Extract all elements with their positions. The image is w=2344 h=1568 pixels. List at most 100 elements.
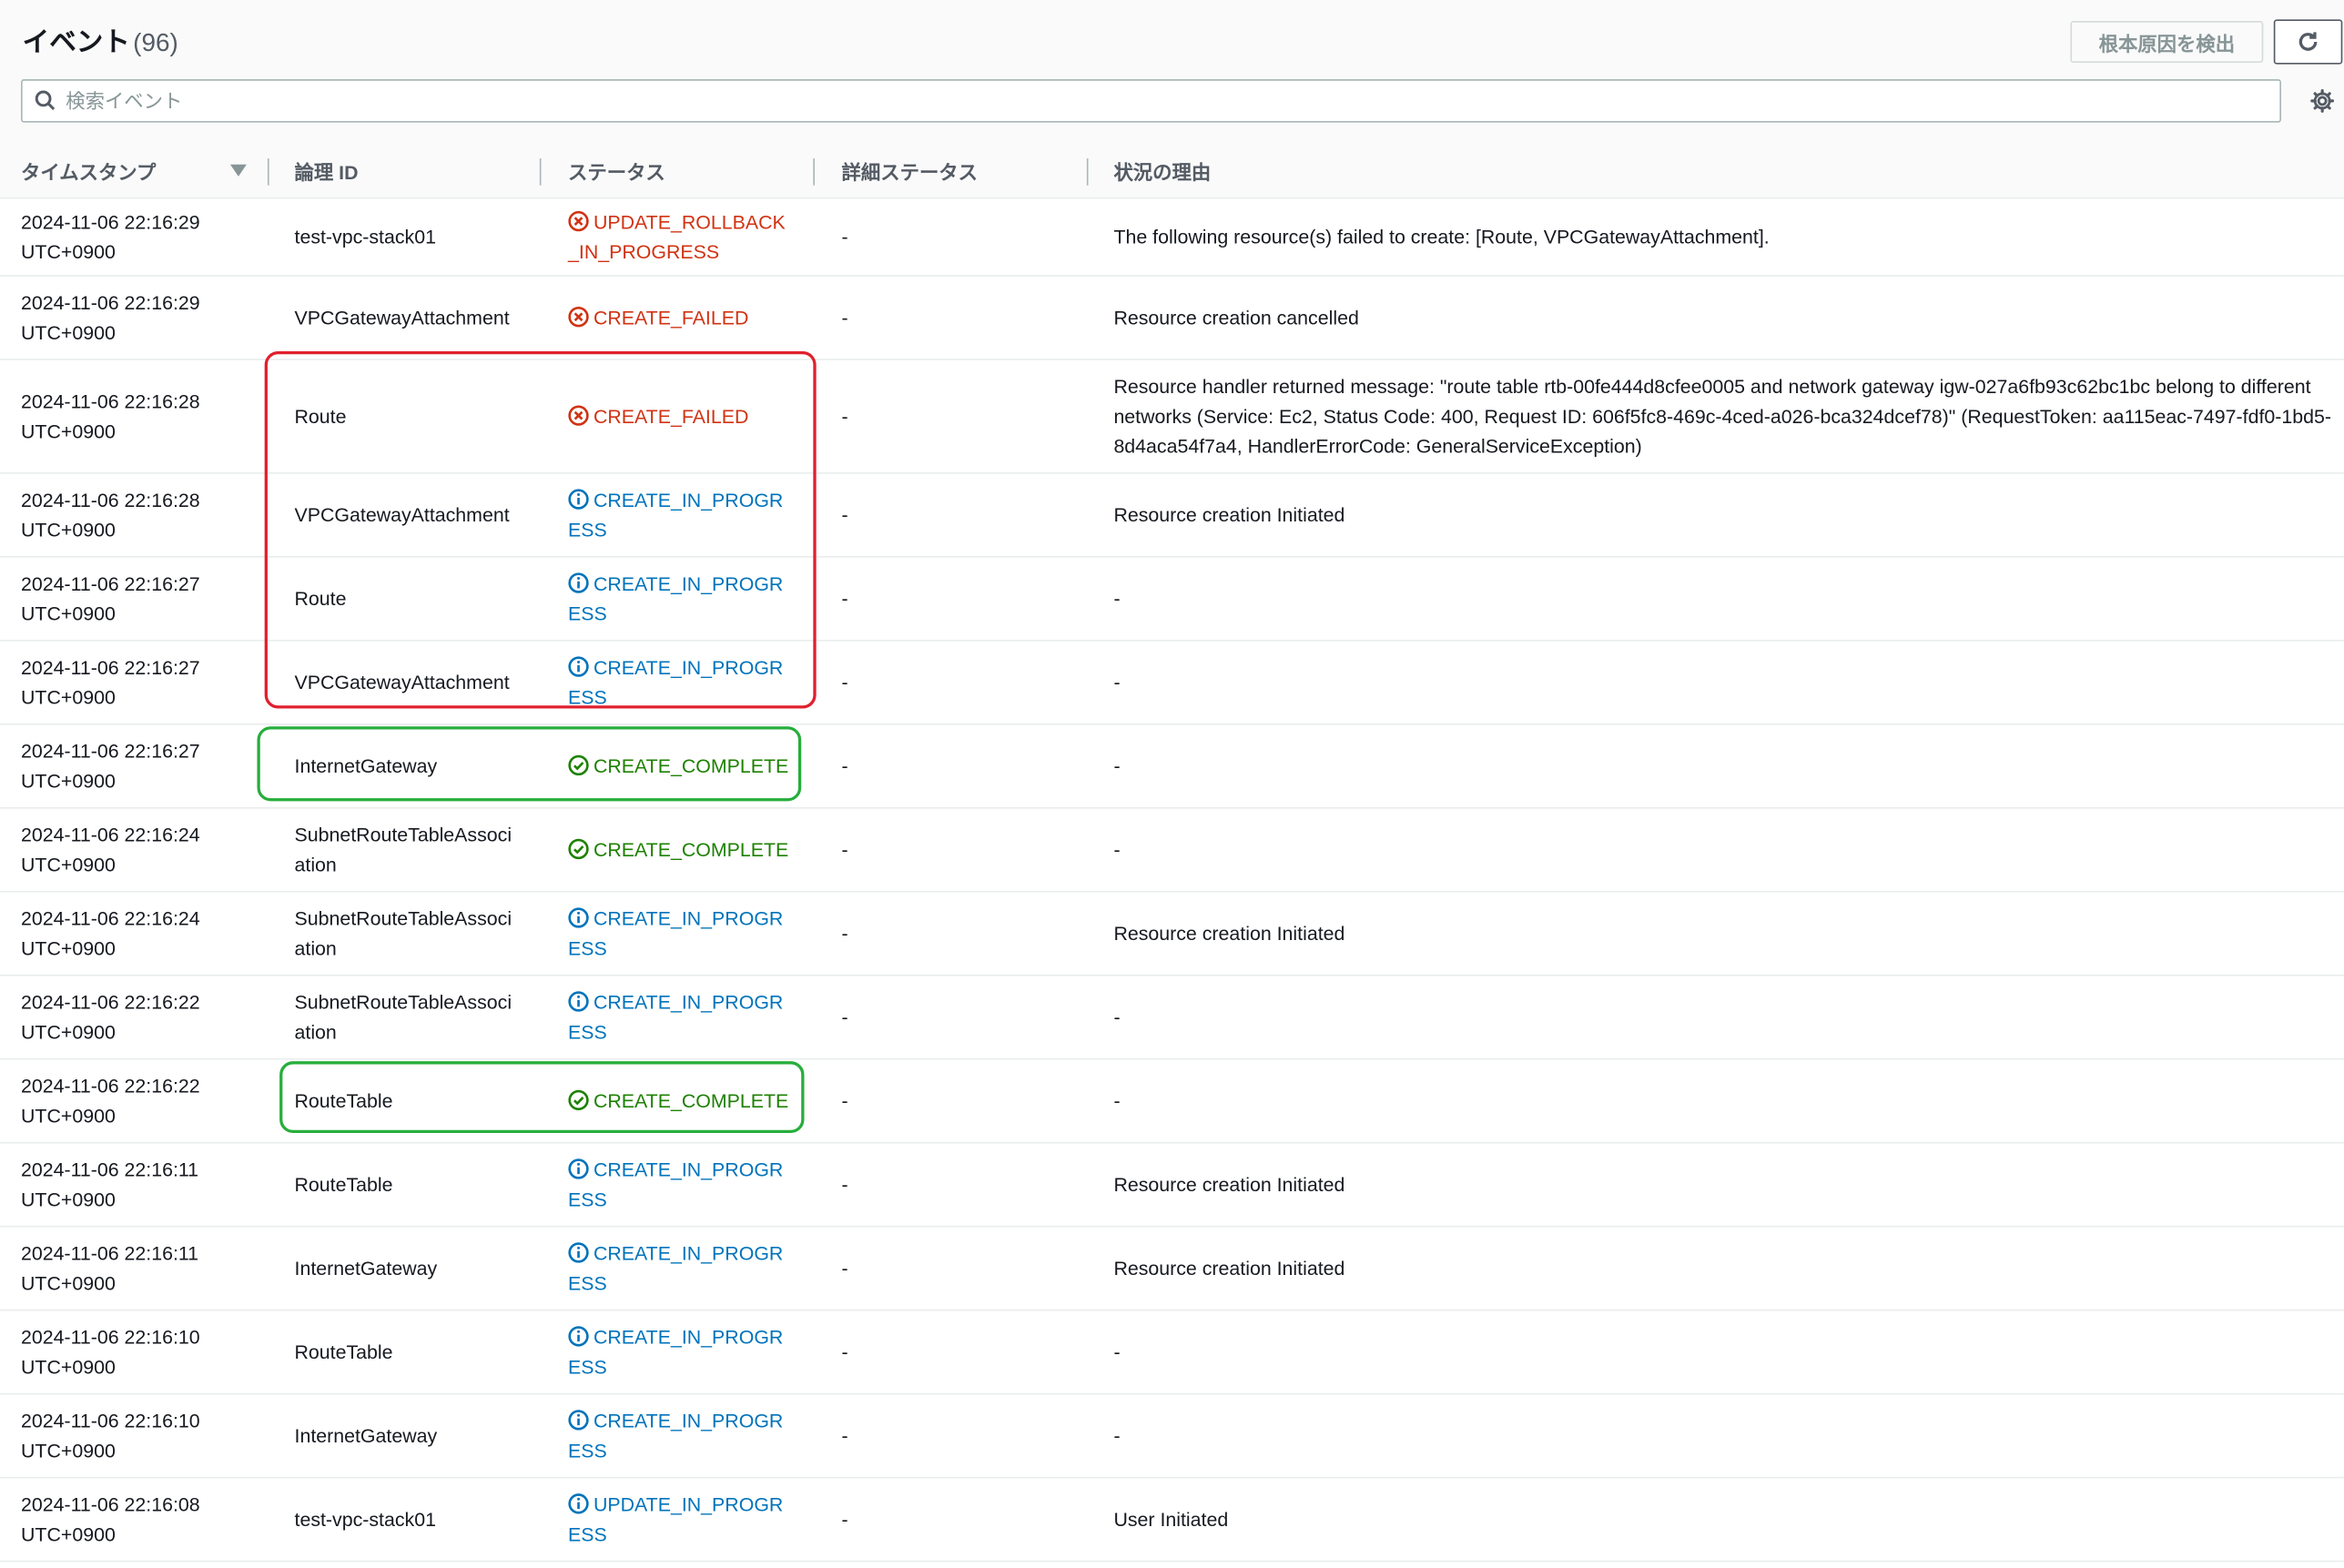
timestamp-cell: 2024-11-06 22:16:11 UTC+0900 — [21, 1156, 230, 1216]
status-label: UPDATE_IN_PROGRESS — [568, 1492, 784, 1546]
status-reason-cell: Resource creation Initiated — [1113, 503, 1345, 527]
table-row[interactable]: 2024-11-06 22:16:24 UTC+0900 SubnetRouteTa… — [0, 809, 2344, 893]
column-header-logical-id[interactable]: 論理 ID — [295, 144, 359, 199]
search-input[interactable] — [66, 85, 2264, 117]
table-row[interactable]: 2024-11-06 22:16:27 UTC+0900 InternetGatew… — [0, 725, 2344, 809]
status-reason-cell: - — [1113, 1006, 1121, 1029]
column-divider[interactable] — [539, 158, 542, 186]
logical-id-cell: Route — [294, 405, 347, 428]
status-label: CREATE_IN_PROGRESS — [568, 1158, 784, 1211]
status-label: CREATE_COMPLETE — [593, 838, 789, 862]
timestamp-date: 2024-11-06 22:16:24 — [20, 906, 200, 930]
success-icon — [568, 754, 589, 776]
table-row[interactable]: 2024-11-06 22:16:10 UTC+0900 RouteTable CRE… — [0, 1310, 2344, 1395]
timestamp-timezone: UTC+0900 — [20, 1271, 116, 1295]
column-header-reason[interactable]: 状況の理由 — [1113, 144, 1211, 199]
column-divider[interactable] — [1086, 158, 1089, 186]
timestamp-date: 2024-11-06 22:16:24 — [20, 824, 200, 846]
timestamp-date: 2024-11-06 22:16:28 — [20, 489, 200, 511]
table-row[interactable]: 2024-11-06 22:16:24 UTC+0900 SubnetRouteTa… — [0, 893, 2344, 976]
status-label: CREATE_FAILED — [593, 306, 749, 329]
timestamp-timezone: UTC+0900 — [20, 1439, 116, 1462]
detailed-status-cell: - — [841, 503, 848, 527]
status-cell: CREATE_IN_PROGRESS — [568, 1407, 796, 1467]
settings-button[interactable] — [2309, 88, 2335, 121]
table-row[interactable]: 2024-11-06 22:16:11 UTC+0900 RouteTable CRE… — [0, 1144, 2344, 1228]
detailed-status-cell: - — [841, 1508, 848, 1531]
timestamp-cell: 2024-11-06 22:16:28 UTC+0900 — [21, 486, 230, 546]
detailed-status-cell: - — [841, 405, 848, 428]
table-row[interactable]: 2024-11-06 22:16:29 UTC+0900 test-vpc-stac… — [0, 198, 2344, 277]
table-row[interactable]: 2024-11-06 22:16:28 UTC+0900 VPCGatewayAtt… — [0, 474, 2344, 558]
search-box[interactable] — [20, 79, 2281, 123]
sort-descending-icon[interactable] — [229, 164, 247, 177]
timestamp-date: 2024-11-06 22:16:27 — [20, 740, 200, 763]
status-label: CREATE_IN_PROGRESS — [568, 906, 784, 960]
table-row[interactable]: 2024-11-06 22:16:27 UTC+0900 VPCGatewayAtt… — [0, 642, 2344, 725]
status-label: CREATE_IN_PROGRESS — [568, 656, 784, 709]
timestamp-date: 2024-11-06 22:16:29 — [20, 291, 200, 314]
status-reason-cell: Resource creation Initiated — [1113, 922, 1345, 946]
table-row[interactable]: 2024-11-06 22:16:29 UTC+0900 VPCGatewayAtt… — [0, 277, 2344, 360]
status-cell: CREATE_IN_PROGRESS — [568, 1239, 796, 1300]
info-icon — [568, 1326, 589, 1347]
status-reason-cell: Resource creation cancelled — [1113, 306, 1359, 329]
detailed-status-cell: - — [841, 1089, 848, 1113]
column-header-detailed-status[interactable]: 詳細ステータス — [842, 144, 978, 199]
table-row[interactable]: 2024-11-06 22:16:27 UTC+0900 Route CREATE_I… — [0, 558, 2344, 642]
status-label: CREATE_COMPLETE — [593, 1089, 789, 1113]
timestamp-date: 2024-11-06 22:16:08 — [20, 1492, 200, 1516]
table-row[interactable]: 2024-11-06 22:16:10 UTC+0900 InternetGatew… — [0, 1394, 2344, 1479]
timestamp-timezone: UTC+0900 — [20, 853, 116, 876]
logical-id-cell: RouteTable — [294, 1340, 393, 1363]
table-row[interactable]: 2024-11-06 22:16:08 UTC+0900 test-vpc-stac… — [0, 1478, 2344, 1563]
column-header-status[interactable]: ステータス — [568, 144, 665, 199]
timestamp-cell: 2024-11-06 22:16:22 UTC+0900 — [21, 988, 230, 1048]
table-row[interactable]: 2024-11-06 22:16:28 UTC+0900 Route CREATE_F… — [0, 360, 2344, 474]
table-row[interactable]: 2024-11-06 22:16:22 UTC+0900 SubnetRouteTa… — [0, 976, 2344, 1060]
table-row[interactable]: 2024-11-06 22:16:22 UTC+0900 RouteTable CRE… — [0, 1060, 2344, 1144]
timestamp-timezone: UTC+0900 — [20, 769, 116, 793]
refresh-icon — [2298, 32, 2318, 51]
error-icon — [568, 307, 589, 328]
status-cell: CREATE_FAILED — [568, 402, 796, 432]
status-reason-cell: - — [1113, 838, 1121, 862]
timestamp-cell: 2024-11-06 22:16:10 UTC+0900 — [21, 1407, 230, 1467]
detect-root-cause-button[interactable]: 根本原因を検出 — [2070, 20, 2264, 63]
status-cell: CREATE_IN_PROGRESS — [568, 1156, 796, 1216]
timestamp-cell: 2024-11-06 22:16:10 UTC+0900 — [21, 1323, 230, 1383]
detailed-status-cell: - — [841, 1006, 848, 1029]
column-divider[interactable] — [267, 158, 269, 186]
status-cell: CREATE_IN_PROGRESS — [568, 570, 796, 630]
logical-id-cell: VPCGatewayAttachment — [294, 503, 510, 527]
info-icon — [568, 489, 589, 510]
timestamp-timezone: UTC+0900 — [20, 1104, 116, 1128]
logical-id-cell: RouteTable — [294, 1089, 393, 1113]
table-row[interactable]: 2024-11-06 22:16:11 UTC+0900 InternetGatew… — [0, 1227, 2344, 1311]
detailed-status-cell: - — [841, 671, 848, 694]
event-count: (96) — [133, 28, 178, 57]
timestamp-timezone: UTC+0900 — [20, 685, 116, 709]
timestamp-cell: 2024-11-06 22:16:24 UTC+0900 — [21, 905, 230, 965]
timestamp-timezone: UTC+0900 — [20, 420, 116, 443]
refresh-button[interactable] — [2273, 19, 2343, 65]
timestamp-cell: 2024-11-06 22:16:11 UTC+0900 — [21, 1239, 230, 1300]
status-cell: CREATE_IN_PROGRESS — [568, 1323, 796, 1383]
timestamp-cell: 2024-11-06 22:16:29 UTC+0900 — [21, 207, 230, 268]
detailed-status-cell: - — [841, 1424, 848, 1447]
status-label: CREATE_IN_PROGRESS — [568, 572, 784, 625]
timestamp-date: 2024-11-06 22:16:28 — [20, 389, 200, 413]
timestamp-timezone: UTC+0900 — [20, 1188, 116, 1211]
column-divider[interactable] — [813, 158, 815, 186]
timestamp-cell: 2024-11-06 22:16:08 UTC+0900 — [21, 1491, 230, 1551]
status-cell: CREATE_COMPLETE — [568, 835, 796, 865]
detailed-status-cell: - — [841, 1340, 848, 1363]
status-cell: CREATE_IN_PROGRESS — [568, 988, 796, 1048]
column-header-timestamp[interactable]: タイムスタンプ — [21, 144, 156, 199]
status-cell: CREATE_IN_PROGRESS — [568, 653, 796, 713]
timestamp-date: 2024-11-06 22:16:11 — [20, 1241, 199, 1265]
detailed-status-cell: - — [841, 306, 848, 329]
timestamp-date: 2024-11-06 22:16:11 — [20, 1158, 199, 1181]
timestamp-date: 2024-11-06 22:16:29 — [20, 210, 200, 234]
timestamp-timezone: UTC+0900 — [20, 602, 116, 625]
